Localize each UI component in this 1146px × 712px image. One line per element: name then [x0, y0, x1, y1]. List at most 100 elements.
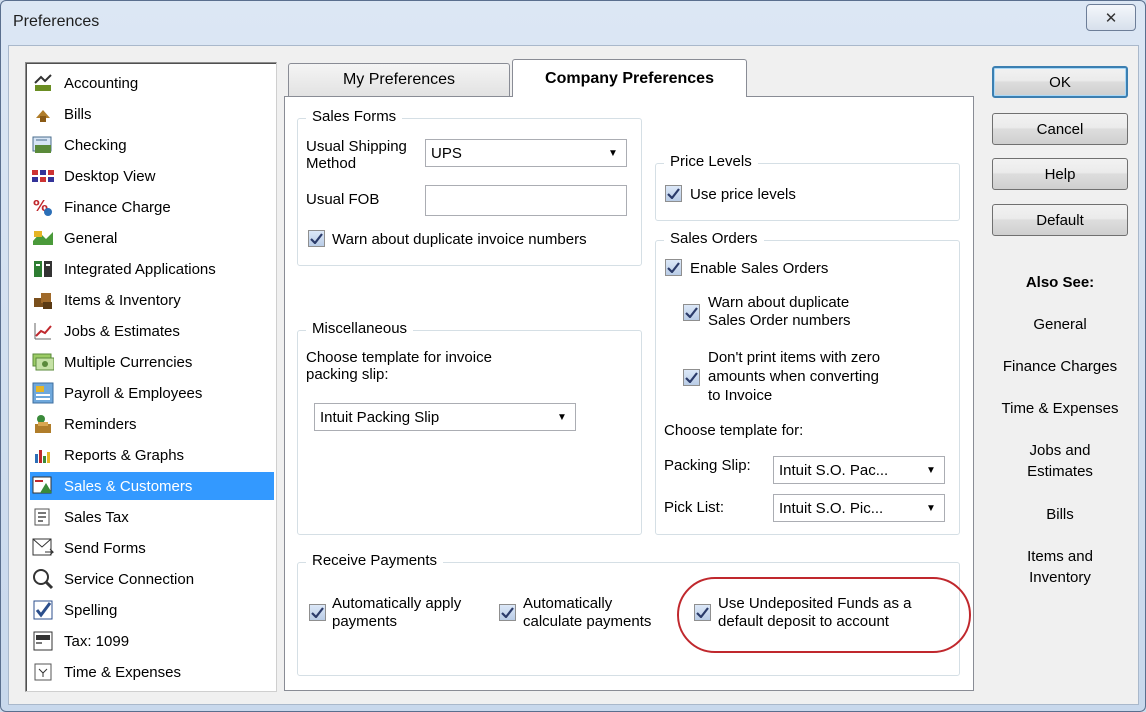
- shipping-method-value: UPS: [431, 144, 462, 162]
- also-see-items-inventory-link[interactable]: Items and Inventory: [984, 546, 1136, 588]
- sales-orders-group: Sales Orders Enable Sales Orders Warn ab…: [655, 230, 960, 535]
- also-see-time-expenses-link[interactable]: Time & Expenses: [984, 398, 1136, 419]
- sidebar-item-desktop-view[interactable]: Desktop View: [30, 162, 274, 190]
- sidebar-item-tax-1099[interactable]: Tax: 1099: [30, 627, 274, 655]
- jobs-estimates-icon: [32, 320, 54, 342]
- help-button[interactable]: Help: [992, 158, 1128, 190]
- also-see-jobs-estimates-link[interactable]: Jobs and Estimates: [984, 440, 1136, 482]
- sidebar-item-reminders[interactable]: Reminders: [30, 410, 274, 438]
- sidebar-item-spelling[interactable]: Spelling: [30, 596, 274, 624]
- auto-calculate-payments-label: Automatically: [523, 595, 613, 612]
- sidebar-item-service-connection[interactable]: Service Connection: [30, 565, 274, 593]
- sidebar-item-label: General: [64, 229, 118, 247]
- warn-duplicate-so-label: Warn about duplicate: [708, 294, 850, 311]
- sidebar-item-items-inventory[interactable]: Items & Inventory: [30, 286, 274, 314]
- sidebar-item-sales-tax[interactable]: Sales Tax: [30, 503, 274, 531]
- shipping-method-label-2: Method: [306, 155, 357, 172]
- sidebar-item-general[interactable]: General: [30, 224, 274, 252]
- packing-slip-select[interactable]: Intuit S.O. Pac... ▼: [773, 456, 945, 484]
- also-see-bills-link[interactable]: Bills: [984, 504, 1136, 525]
- tab-company-preferences[interactable]: Company Preferences: [512, 59, 747, 97]
- use-price-levels-checkbox[interactable]: [665, 185, 682, 202]
- ok-button[interactable]: OK: [992, 66, 1128, 98]
- sidebar-item-label: Accounting: [64, 74, 139, 92]
- group-title: Sales Forms: [306, 108, 403, 125]
- tab-label: Company Preferences: [545, 69, 714, 87]
- choose-template-for-label: Choose template for:: [664, 422, 804, 439]
- link-line-2: Estimates: [1027, 463, 1093, 480]
- auto-apply-payments-checkbox[interactable]: [309, 604, 326, 621]
- sidebar-item-label: Service Connection: [64, 570, 195, 588]
- also-see-finance-charges-link[interactable]: Finance Charges: [984, 356, 1136, 377]
- sidebar-item-finance-charge[interactable]: % Finance Charge: [30, 193, 274, 221]
- chevron-down-icon: ▼: [926, 464, 936, 476]
- sidebar-item-label: Spelling: [64, 601, 118, 619]
- group-title: Sales Orders: [664, 230, 764, 247]
- warn-duplicate-invoice-checkbox[interactable]: [308, 230, 325, 247]
- help-button-label: Help: [1044, 165, 1076, 183]
- bills-icon: [32, 103, 54, 125]
- payroll-icon: [32, 382, 54, 404]
- packing-slip-template-value: Intuit Packing Slip: [320, 408, 440, 426]
- sidebar-item-label: Multiple Currencies: [64, 353, 193, 371]
- desktop-view-icon: [32, 165, 54, 187]
- sidebar-item-checking[interactable]: Checking: [30, 131, 274, 159]
- check-icon: [667, 262, 680, 273]
- dont-print-zero-label-2: amounts when converting: [708, 368, 879, 385]
- checking-icon: [32, 134, 54, 156]
- chevron-down-icon: ▼: [608, 147, 618, 159]
- sidebar-item-payroll-employees[interactable]: Payroll & Employees: [30, 379, 274, 407]
- sidebar-item-multiple-currencies[interactable]: Multiple Currencies: [30, 348, 274, 376]
- auto-apply-payments-label-2: payments: [332, 613, 398, 630]
- enable-sales-orders-checkbox[interactable]: [665, 259, 682, 276]
- reminders-icon: [32, 413, 54, 435]
- sidebar-item-time-expenses[interactable]: Time & Expenses: [30, 658, 274, 686]
- auto-calculate-payments-checkbox[interactable]: [499, 604, 516, 621]
- group-title: Miscellaneous: [306, 320, 414, 337]
- sidebar-item-send-forms[interactable]: Send Forms: [30, 534, 274, 562]
- ok-button-label: OK: [1049, 73, 1071, 91]
- dont-print-zero-label: Don't print items with zero: [708, 349, 881, 366]
- invoice-template-label-2: packing slip:: [306, 366, 389, 383]
- sales-tax-icon: [32, 506, 54, 528]
- fob-input[interactable]: [425, 185, 627, 216]
- spelling-icon: [32, 599, 54, 621]
- packing-slip-label: Packing Slip:: [664, 457, 751, 474]
- pick-list-select[interactable]: Intuit S.O. Pic... ▼: [773, 494, 945, 522]
- title-bar: Preferences ✕: [1, 1, 1145, 45]
- preference-category-list[interactable]: Accounting Bills Checking Desktop View %…: [25, 62, 277, 692]
- sidebar-item-jobs-estimates[interactable]: Jobs & Estimates: [30, 317, 274, 345]
- also-see-general-link[interactable]: General: [984, 314, 1136, 335]
- sidebar-item-label: Reports & Graphs: [64, 446, 185, 464]
- tax-1099-icon: [32, 630, 54, 652]
- use-price-levels-label: Use price levels: [690, 186, 796, 203]
- tab-my-preferences[interactable]: My Preferences: [288, 63, 510, 96]
- pick-list-label: Pick List:: [664, 499, 725, 516]
- check-icon: [667, 188, 680, 199]
- sidebar-item-integrated-applications[interactable]: Integrated Applications: [30, 255, 274, 283]
- default-button-label: Default: [1036, 211, 1084, 229]
- sidebar-item-reports-graphs[interactable]: Reports & Graphs: [30, 441, 274, 469]
- link-line-1: Jobs and: [1029, 442, 1091, 459]
- sidebar-item-accounting[interactable]: Accounting: [30, 69, 274, 97]
- shipping-method-label: Usual Shipping: [306, 138, 407, 155]
- items-inventory-icon: [32, 289, 54, 311]
- dont-print-zero-checkbox[interactable]: [683, 369, 700, 386]
- close-button[interactable]: ✕: [1086, 4, 1136, 31]
- check-icon: [501, 607, 514, 618]
- sidebar-item-sales-customers[interactable]: Sales & Customers: [30, 472, 274, 500]
- default-button[interactable]: Default: [992, 204, 1128, 236]
- warn-duplicate-so-checkbox[interactable]: [683, 304, 700, 321]
- preferences-window: Preferences ✕ Accounting Bills Checking …: [0, 0, 1146, 712]
- check-icon: [685, 372, 698, 383]
- packing-slip-template-select[interactable]: Intuit Packing Slip ▼: [314, 403, 576, 431]
- sidebar-item-label: Desktop View: [64, 167, 156, 185]
- warn-duplicate-invoice-label: Warn about duplicate invoice numbers: [332, 231, 587, 248]
- sidebar-item-bills[interactable]: Bills: [30, 100, 274, 128]
- shipping-method-select[interactable]: UPS ▼: [425, 139, 627, 167]
- also-see-title: Also See:: [1025, 274, 1095, 291]
- sidebar-item-label: Sales Tax: [64, 508, 129, 526]
- highlight-oval: [677, 577, 971, 653]
- miscellaneous-group: Miscellaneous Choose template for invoic…: [297, 320, 642, 535]
- cancel-button[interactable]: Cancel: [992, 113, 1128, 145]
